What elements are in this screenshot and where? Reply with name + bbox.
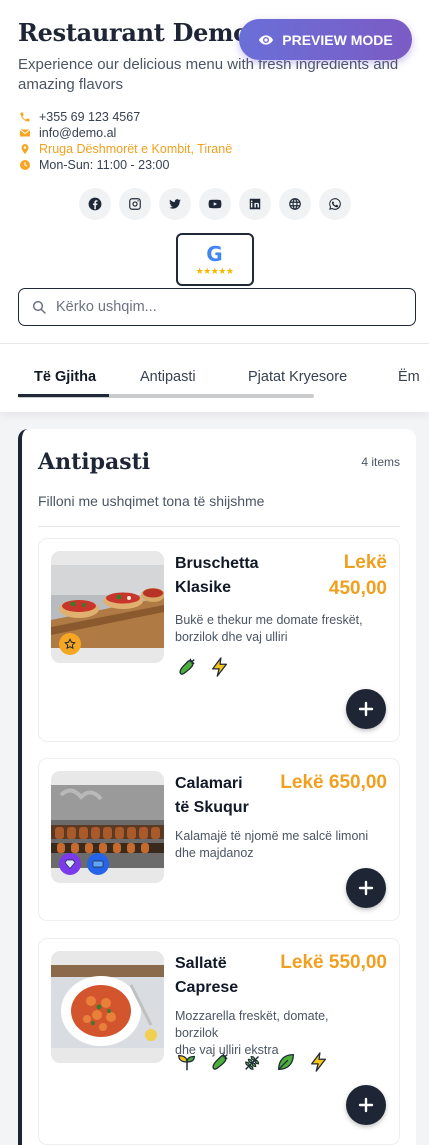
contact-address[interactable]: Rruga Dëshmorët e Kombit, Tiranë [18, 141, 411, 157]
new-icon [87, 853, 109, 875]
contact-hours: Mon-Sun: 11:00 - 23:00 [18, 157, 411, 173]
tab-antipasti[interactable]: Antipasti [140, 369, 196, 385]
linkedin-icon[interactable] [238, 188, 271, 220]
menu-item-name: Sallatë Caprese [175, 955, 239, 996]
tab-pjatat-kryesore[interactable]: Pjatat Kryesore [248, 369, 347, 385]
category-section-antipasti: Antipasti 4 items Filloni me ushqimet to… [18, 429, 416, 1145]
tab-embelsira[interactable]: Ëm [398, 369, 420, 385]
twitter-icon[interactable] [158, 188, 191, 220]
email-text: info@demo.al [39, 126, 117, 140]
sprout-icon [175, 1050, 199, 1074]
social-links [18, 188, 411, 220]
dietary-tags [175, 1050, 331, 1074]
plus-icon [358, 880, 374, 896]
wheat-icon [241, 1050, 265, 1074]
rating-stars: ★★★★★ [195, 265, 234, 276]
plus-icon [358, 1097, 374, 1113]
dietary-tags [175, 655, 232, 679]
menu-item-card[interactable]: Bruschetta Klasike Lekë 450,00 Bukë e th… [38, 538, 400, 742]
menu-item-image [51, 951, 164, 1063]
preview-mode-button[interactable]: PREVIEW MODE [239, 19, 412, 60]
spicy-bolt-icon [307, 1050, 331, 1074]
search-icon [32, 300, 46, 314]
star-icon [59, 633, 81, 655]
hours-text: Mon-Sun: 11:00 - 23:00 [39, 158, 170, 172]
vegetable-icon [208, 1050, 232, 1074]
google-g-icon: G [206, 241, 223, 266]
tab-te-gjitha[interactable]: Të Gjitha [34, 369, 96, 385]
restaurant-subtitle: Experience our delicious menu with fresh… [18, 56, 399, 93]
category-tabs: Të Gjitha Antipasti Pjatat Kryesore Ëm [0, 343, 429, 412]
contact-phone[interactable]: +355 69 123 4567 [18, 109, 411, 125]
search-bar[interactable] [18, 288, 416, 326]
menu-item-card[interactable]: Sallatë Caprese Lekë 550,00 Mozzarella f… [38, 938, 400, 1145]
envelope-icon [18, 126, 32, 140]
section-description: Filloni me ushqimet tona të shijshme [38, 493, 265, 509]
preview-mode-label: PREVIEW MODE [282, 31, 393, 48]
menu-item-price: Lekë 550,00 [280, 952, 387, 973]
phone-text: +355 69 123 4567 [39, 110, 141, 124]
search-input[interactable] [56, 299, 376, 315]
contact-email[interactable]: info@demo.al [18, 125, 411, 141]
add-to-cart-button[interactable] [346, 1085, 386, 1125]
section-title: Antipasti [38, 449, 151, 475]
spicy-bolt-icon [208, 655, 232, 679]
eye-icon [259, 34, 274, 45]
menu-item-name: Bruschetta Klasike [175, 555, 259, 596]
menu-item-card[interactable]: Calamari të Skuqur Lekë 650,00 Kalamajë … [38, 758, 400, 921]
menu-item-description: Kalamajë të njomë me salcë limoni dhe ma… [175, 829, 369, 860]
gem-icon [59, 853, 81, 875]
instagram-icon[interactable] [118, 188, 151, 220]
youtube-icon[interactable] [198, 188, 231, 220]
menu-item-price: Lekë 450,00 [328, 552, 387, 599]
menu-item-price: Lekë 650,00 [280, 772, 387, 793]
menu-item-description: Bukë e thekur me domate freskët, borzilo… [175, 613, 363, 644]
restaurant-header: Restaurant Demo Experience our delicious… [0, 0, 429, 343]
address-text: Rruga Dëshmorët e Kombit, Tiranë [39, 142, 233, 156]
section-divider [38, 526, 400, 527]
plus-icon [358, 701, 374, 717]
phone-icon [18, 110, 32, 124]
clock-icon [18, 158, 32, 172]
google-rating-badge[interactable]: G ★★★★★ [175, 233, 254, 286]
map-pin-icon [18, 142, 32, 156]
add-to-cart-button[interactable] [346, 689, 386, 729]
section-item-count: 4 items [361, 455, 400, 469]
facebook-icon[interactable] [78, 188, 111, 220]
contact-info: +355 69 123 4567 info@demo.al Rruga Dësh… [18, 109, 411, 173]
menu-item-image [51, 551, 164, 663]
whatsapp-icon[interactable] [318, 188, 351, 220]
menu-item-name: Calamari të Skuqur [175, 775, 249, 816]
active-tab-indicator [18, 394, 109, 397]
menu-item-image [51, 771, 164, 883]
globe-icon[interactable] [278, 188, 311, 220]
vegetable-icon [175, 655, 199, 679]
add-to-cart-button[interactable] [346, 868, 386, 908]
leaf-icon [274, 1050, 298, 1074]
